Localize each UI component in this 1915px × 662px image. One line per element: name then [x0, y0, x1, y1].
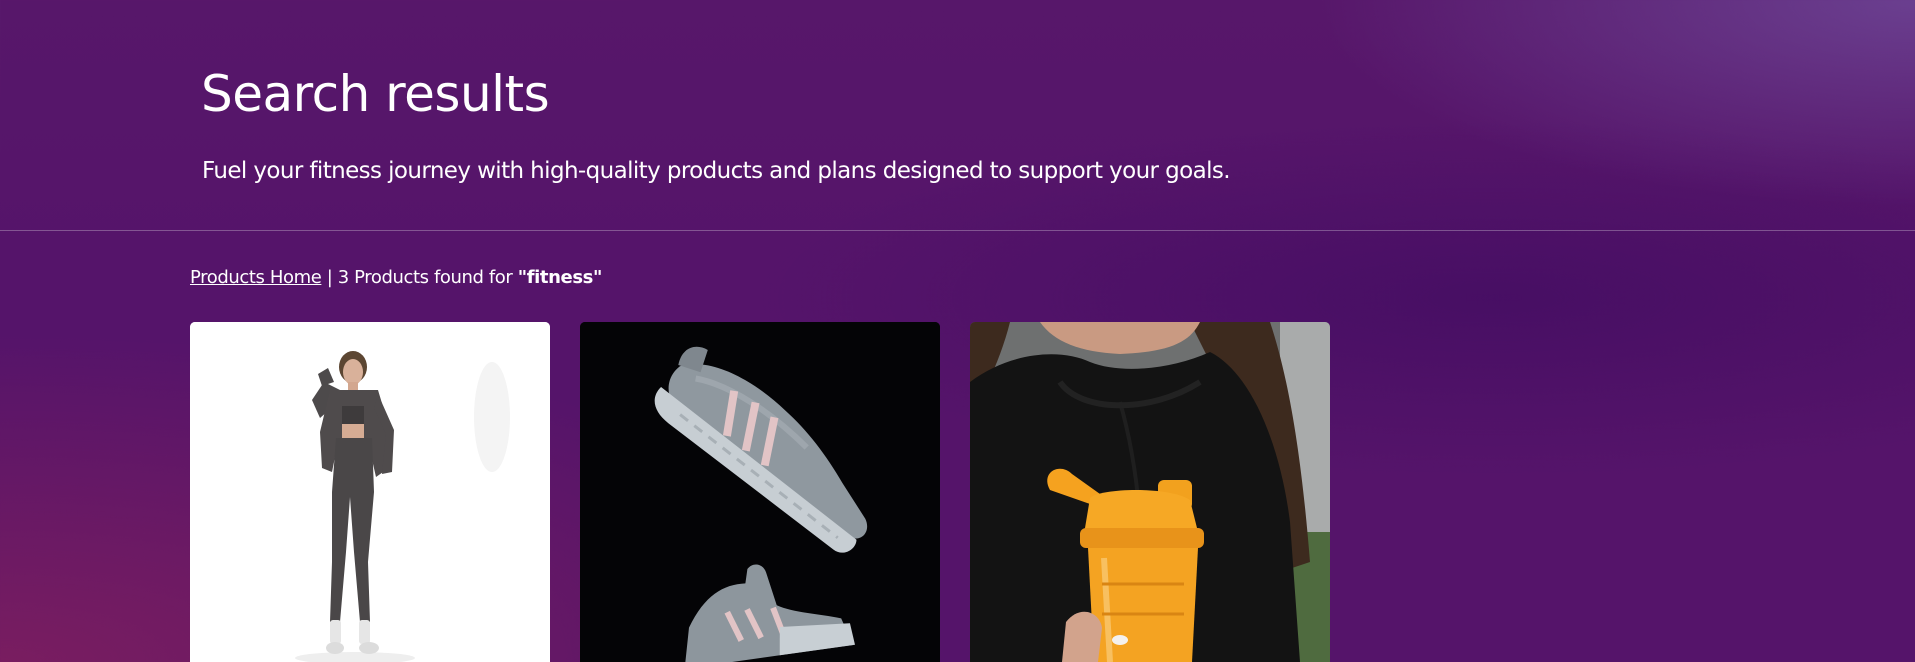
- product-grid: [190, 322, 1330, 662]
- search-query: "fitness": [517, 267, 603, 288]
- product-card[interactable]: [580, 322, 940, 662]
- page-subtitle: Fuel your fitness journey with high-qual…: [202, 158, 1231, 184]
- products-home-link[interactable]: Products Home: [190, 267, 322, 288]
- results-breadcrumb: Products Home | 3 Products found for "fi…: [190, 264, 602, 292]
- product-image-running-shoes[interactable]: [580, 322, 940, 662]
- breadcrumb-separator: |: [326, 267, 333, 288]
- product-card[interactable]: [970, 322, 1330, 662]
- page-header: Search results Fuel your fitness journey…: [0, 0, 1915, 231]
- product-image-activewear[interactable]: [190, 322, 550, 662]
- page-title: Search results: [201, 65, 550, 123]
- product-image-shaker-bottle[interactable]: [970, 322, 1330, 662]
- results-count: 3 Products found for: [337, 267, 513, 288]
- product-card[interactable]: [190, 322, 550, 662]
